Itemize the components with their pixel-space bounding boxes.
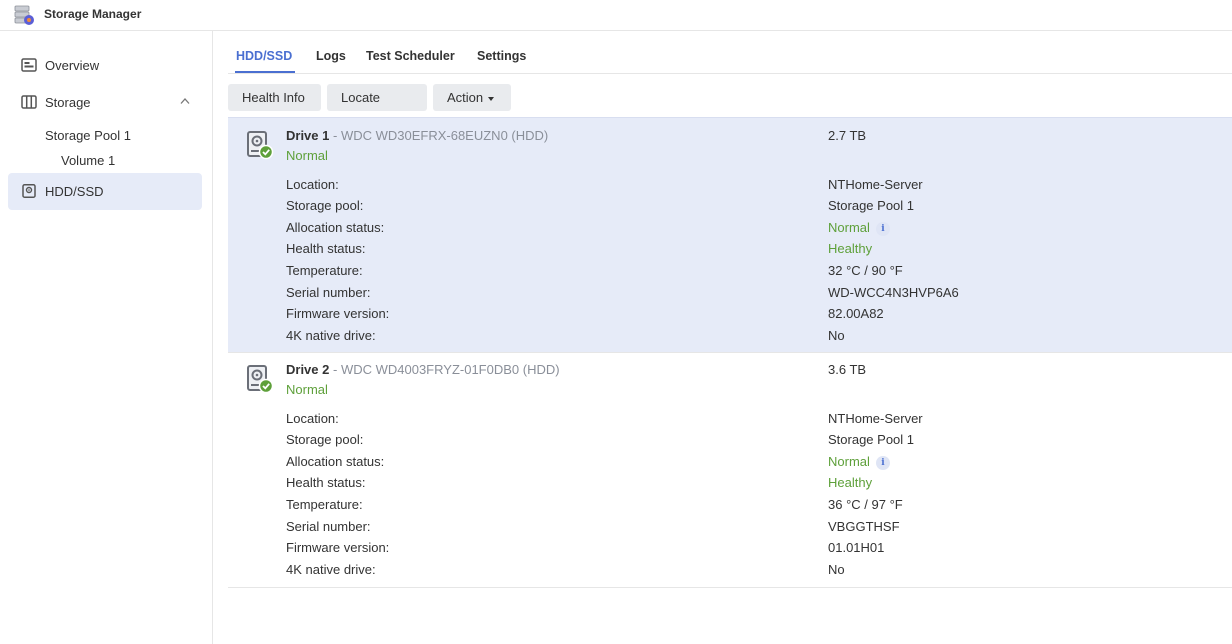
health-status-label: Health status:: [286, 475, 366, 490]
drive-name: Drive 1: [286, 128, 330, 143]
tab-bar: HDD/SSD Logs Test Scheduler Settings: [228, 31, 1232, 74]
sidebar-item-label: HDD/SSD: [45, 184, 104, 199]
hdd-icon: [22, 184, 36, 198]
storage-manager-icon: [14, 5, 34, 25]
allocation-status-label: Allocation status:: [286, 220, 385, 235]
health-info-button[interactable]: Health Info: [228, 84, 321, 111]
sidebar-item-label: Overview: [45, 58, 100, 73]
sidebar: Overview Storage Storage Pool 1 Volume 1…: [0, 31, 213, 644]
drive-model: - WDC WD4003FRYZ-01F0DB0 (HDD): [333, 362, 560, 377]
allocation-status-value: Normal i: [828, 454, 890, 470]
location-value: NTHome-Server: [828, 177, 923, 192]
temperature-label: Temperature:: [286, 263, 363, 278]
4k-native-drive-value: No: [828, 328, 845, 343]
drive-status: Normal: [286, 382, 328, 397]
4k-native-drive-value: No: [828, 562, 845, 577]
info-icon[interactable]: i: [875, 456, 890, 470]
tab-hdd-ssd[interactable]: HDD/SSD: [236, 49, 292, 63]
temperature-value: 32 °C / 90 °F: [828, 263, 903, 278]
location-label: Location:: [286, 177, 339, 192]
hdd-healthy-icon: [247, 131, 274, 160]
health-status-label: Health status:: [286, 241, 366, 256]
sidebar-item-overview[interactable]: Overview: [8, 47, 202, 84]
storage-pool-label: Storage pool:: [286, 198, 364, 213]
allocation-status-value: Normal i: [828, 220, 890, 236]
serial-number-value: VBGGTHSF: [828, 519, 900, 534]
sidebar-item-volume-1[interactable]: Volume 1: [61, 153, 115, 168]
tab-settings[interactable]: Settings: [477, 49, 526, 63]
drive-status: Normal: [286, 148, 328, 163]
storage-icon: [21, 95, 37, 109]
drive-capacity: 3.6 TB: [828, 362, 867, 377]
drive-model: - WDC WD30EFRX-68EUZN0 (HDD): [333, 128, 549, 143]
sidebar-item-label: Storage: [45, 95, 91, 110]
firmware-version-value: 01.01H01: [828, 540, 885, 555]
4k-native-drive-label: 4K native drive:: [286, 328, 376, 343]
hdd-healthy-icon: [247, 365, 274, 394]
active-tab-indicator: [235, 71, 295, 73]
tab-logs[interactable]: Logs: [316, 49, 346, 63]
serial-number-label: Serial number:: [286, 519, 371, 534]
health-status-value: Healthy: [828, 241, 873, 256]
firmware-version-value: 82.00A82: [828, 306, 884, 321]
chevron-up-icon[interactable]: [180, 97, 190, 105]
action-button-label: Action: [447, 90, 484, 105]
action-button[interactable]: Action: [433, 84, 511, 111]
4k-native-drive-label: 4K native drive:: [286, 562, 376, 577]
serial-number-label: Serial number:: [286, 285, 371, 300]
firmware-version-label: Firmware version:: [286, 306, 390, 321]
storage-pool-value: Storage Pool 1: [828, 432, 915, 447]
overview-icon: [21, 58, 37, 72]
storage-pool-label: Storage pool:: [286, 432, 364, 447]
allocation-status-text: Normal: [828, 454, 870, 469]
health-status-value: Healthy: [828, 475, 873, 490]
serial-number-value: WD-WCC4N3HVP6A6: [828, 285, 959, 300]
storage-pool-value: Storage Pool 1: [828, 198, 915, 213]
temperature-label: Temperature:: [286, 497, 363, 512]
firmware-version-label: Firmware version:: [286, 540, 390, 555]
allocation-status-text: Normal: [828, 220, 870, 235]
location-label: Location:: [286, 411, 339, 426]
drive-panel-2[interactable]: Drive 2 - WDC WD4003FRYZ-01F0DB0 (HDD) N…: [228, 353, 1232, 588]
allocation-status-label: Allocation status:: [286, 454, 385, 469]
sidebar-item-storage-pool-1[interactable]: Storage Pool 1: [45, 128, 131, 143]
app-title: Storage Manager: [44, 7, 142, 21]
sidebar-item-hdd-ssd[interactable]: HDD/SSD: [8, 173, 202, 210]
location-value: NTHome-Server: [828, 411, 923, 426]
drive-title: Drive 1 - WDC WD30EFRX-68EUZN0 (HDD): [286, 128, 548, 143]
drive-panel-1[interactable]: Drive 1 - WDC WD30EFRX-68EUZN0 (HDD) Nor…: [228, 117, 1232, 353]
caret-down-icon: [488, 96, 495, 101]
drive-name: Drive 2: [286, 362, 330, 377]
temperature-value: 36 °C / 97 °F: [828, 497, 903, 512]
title-bar: Storage Manager: [0, 0, 1232, 31]
drive-title: Drive 2 - WDC WD4003FRYZ-01F0DB0 (HDD): [286, 362, 560, 377]
locate-drive-button[interactable]: Locate Drive: [327, 84, 427, 132]
drive-capacity: 2.7 TB: [828, 128, 867, 143]
info-icon[interactable]: i: [875, 222, 890, 236]
sidebar-item-storage[interactable]: Storage: [8, 84, 202, 121]
tab-test-scheduler[interactable]: Test Scheduler: [366, 49, 455, 63]
